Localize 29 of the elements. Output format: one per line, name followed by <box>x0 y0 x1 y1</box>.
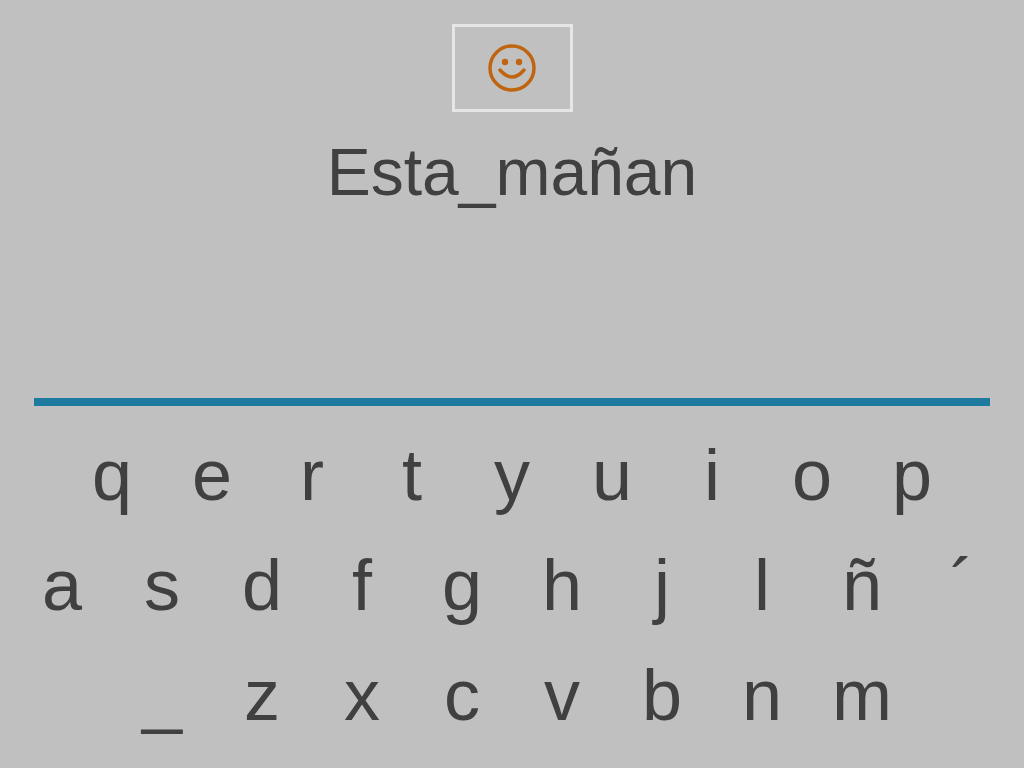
letter-key[interactable]: t <box>362 420 462 530</box>
letter-key[interactable]: l <box>712 530 812 640</box>
letter-key[interactable]: r <box>262 420 362 530</box>
letter-key[interactable]: ´ <box>912 530 1012 640</box>
letter-key[interactable]: u <box>562 420 662 530</box>
letter-key[interactable]: g <box>412 530 512 640</box>
letter-key[interactable]: j <box>612 530 712 640</box>
letter-key[interactable]: n <box>712 640 812 750</box>
letter-key[interactable]: b <box>612 640 712 750</box>
smiley-icon <box>486 42 538 94</box>
letter-key[interactable]: h <box>512 530 612 640</box>
letter-key[interactable]: x <box>312 640 412 750</box>
letter-key[interactable]: m <box>812 640 912 750</box>
letter-key[interactable]: c <box>412 640 512 750</box>
letter-key[interactable]: ñ <box>812 530 912 640</box>
letter-key[interactable]: a <box>12 530 112 640</box>
letter-key[interactable]: p <box>862 420 962 530</box>
letter-key[interactable]: y <box>462 420 562 530</box>
letter-key[interactable]: o <box>762 420 862 530</box>
letter-key[interactable]: d <box>212 530 312 640</box>
letter-key[interactable]: s <box>112 530 212 640</box>
letter-key[interactable]: z <box>212 640 312 750</box>
letter-key[interactable]: q <box>62 420 162 530</box>
answer-text: Esta_mañan <box>326 134 698 211</box>
letter-key[interactable]: f <box>312 530 412 640</box>
letter-key[interactable]: i <box>662 420 762 530</box>
letter-key[interactable]: _ <box>112 640 212 750</box>
letter-key[interactable]: v <box>512 640 612 750</box>
letter-key[interactable]: e <box>162 420 262 530</box>
